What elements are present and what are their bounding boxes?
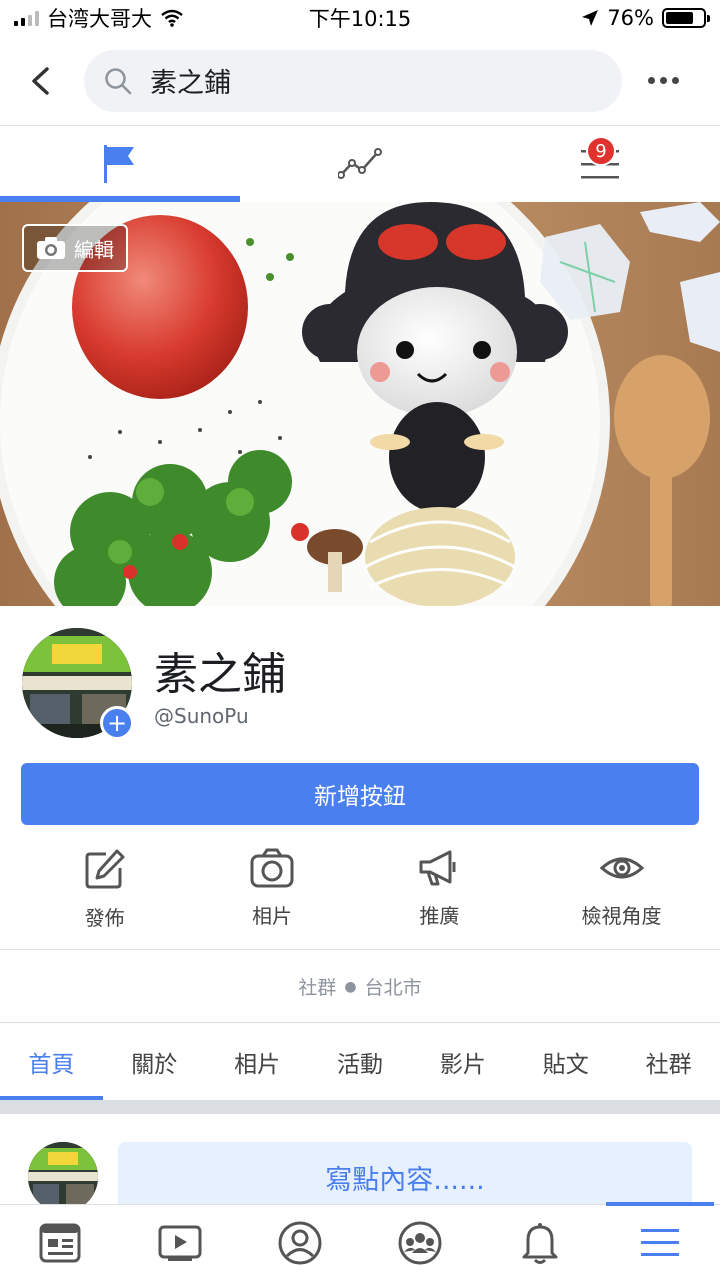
profile-icon: [278, 1221, 322, 1264]
camera-icon: [250, 848, 294, 888]
view-as-button[interactable]: 檢視角度: [523, 838, 720, 949]
tab-videos[interactable]: 影片: [411, 1024, 514, 1100]
photos-button[interactable]: 相片: [188, 838, 355, 949]
more-button[interactable]: [648, 77, 679, 84]
more-dot: [672, 77, 679, 84]
signal-icon: [14, 10, 39, 26]
composer: 寫點內容......: [0, 1114, 720, 1212]
profile-header: + 素之鋪 @SunoPu: [0, 606, 720, 756]
tab-events[interactable]: 活動: [309, 1024, 412, 1100]
battery-icon: [662, 8, 710, 28]
more-dot: [648, 77, 655, 84]
tab-insights[interactable]: [240, 126, 480, 202]
promote-button[interactable]: 推廣: [356, 838, 523, 949]
watch-icon: [158, 1225, 202, 1261]
status-left: 台湾大哥大: [14, 3, 184, 33]
cover-photo[interactable]: 編輯: [0, 202, 720, 606]
section-divider: [0, 1100, 720, 1114]
tab-about[interactable]: 關於: [103, 1024, 206, 1100]
back-button[interactable]: [20, 61, 60, 101]
status-bar: 台湾大哥大 下午10:15 76%: [0, 0, 720, 36]
hamburger-icon: [641, 1228, 679, 1256]
megaphone-icon: [419, 850, 456, 886]
tab-photos[interactable]: 相片: [206, 1024, 309, 1100]
tab-page[interactable]: [0, 126, 240, 202]
search-box[interactable]: [84, 49, 622, 112]
action-row: 發佈 相片 推廣 檢視角度: [0, 838, 720, 950]
carrier-name: 台湾大哥大: [47, 7, 152, 31]
page-name: 素之鋪: [154, 649, 286, 700]
nav-groups[interactable]: [360, 1205, 480, 1280]
edit-icon: [85, 849, 125, 889]
add-button[interactable]: 新增按鈕: [21, 763, 699, 825]
nav-notifications[interactable]: [480, 1205, 600, 1280]
publish-button[interactable]: 發佈: [21, 838, 188, 949]
action-label: 發佈: [84, 906, 125, 930]
nav-news-feed[interactable]: [0, 1205, 120, 1280]
separator-dot: ●: [344, 978, 357, 995]
category-type[interactable]: 社群: [298, 973, 336, 1000]
tab-community[interactable]: 社群: [617, 1024, 720, 1100]
search-header: [0, 36, 720, 126]
action-label: 檢視角度: [581, 904, 662, 928]
section-tabs: 首頁 關於 相片 活動 影片 貼文 社群: [0, 1024, 720, 1100]
category-location[interactable]: 台北市: [365, 973, 422, 1000]
location-arrow-icon: [582, 10, 599, 26]
wifi-icon: [161, 9, 183, 27]
bottom-nav: [0, 1202, 720, 1280]
search-icon: [105, 67, 132, 94]
cover-edit-label: 編輯: [74, 237, 114, 262]
action-label: 推廣: [419, 904, 460, 928]
battery-percent: 76%: [607, 6, 654, 30]
more-dot: [660, 77, 667, 84]
flag-icon: [104, 145, 134, 183]
nav-menu[interactable]: [600, 1202, 720, 1280]
cover-edit-button[interactable]: 編輯: [22, 224, 128, 272]
nav-watch[interactable]: [120, 1205, 240, 1280]
battery-fill: [666, 12, 694, 24]
search-input[interactable]: [150, 65, 590, 96]
tab-home[interactable]: 首頁: [0, 1024, 103, 1100]
avatar-image: [28, 1142, 98, 1212]
composer-avatar: [28, 1142, 98, 1212]
news-feed-icon: [39, 1223, 81, 1262]
action-label: 相片: [252, 904, 293, 928]
add-avatar-button[interactable]: +: [100, 706, 134, 740]
eye-icon: [599, 857, 644, 879]
top-tabs: [0, 126, 720, 202]
groups-icon: [398, 1221, 442, 1264]
notification-badge: 9: [586, 136, 616, 166]
back-arrow-icon: [32, 66, 49, 95]
page-handle: @SunoPu: [154, 704, 249, 728]
status-right: 76%: [581, 6, 710, 30]
tab-posts[interactable]: 貼文: [514, 1024, 617, 1100]
insights-icon: [338, 148, 382, 179]
bell-icon: [522, 1222, 558, 1264]
category-line: 社群 ● 台北市: [0, 951, 720, 1023]
nav-profile[interactable]: [240, 1205, 360, 1280]
camera-icon: [37, 237, 65, 259]
